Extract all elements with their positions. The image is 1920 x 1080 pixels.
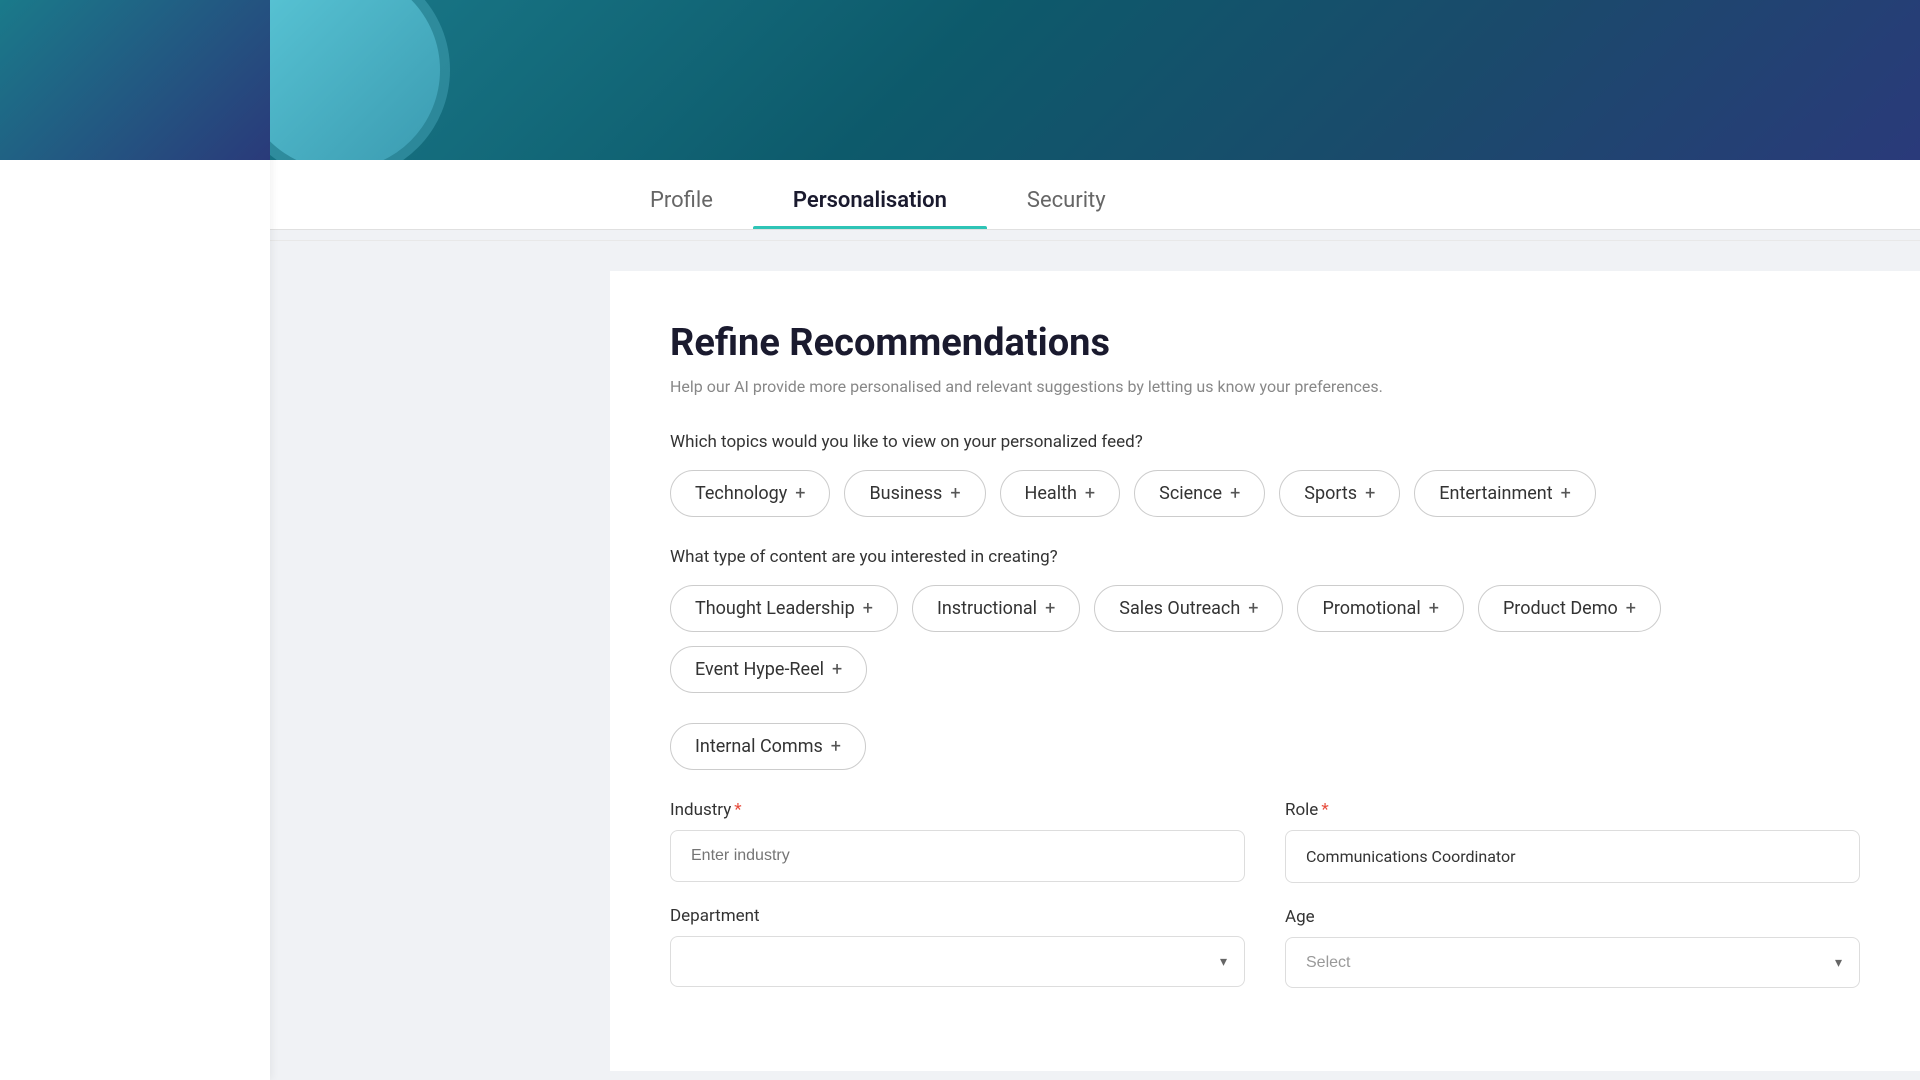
content-internal-comms-plus: + [831, 736, 841, 757]
nav-tabs: Profile Personalisation Security [270, 160, 1920, 230]
content-event-hype-reel[interactable]: Event Hype-Reel + [670, 646, 867, 693]
form-col-right: Role* Communications Coordinator Age Sel… [1285, 800, 1860, 988]
content-types-tags-row: Thought Leadership + Instructional + Sal… [670, 585, 1860, 693]
topic-sports-plus: + [1365, 483, 1375, 504]
content-thought-leadership[interactable]: Thought Leadership + [670, 585, 898, 632]
role-value[interactable]: Communications Coordinator [1285, 830, 1860, 883]
topic-entertainment-plus: + [1561, 483, 1571, 504]
topic-business-plus: + [950, 483, 960, 504]
tab-security[interactable]: Security [987, 188, 1146, 229]
role-required-star: * [1321, 800, 1328, 820]
topic-technology-plus: + [795, 483, 805, 504]
content-internal-comms[interactable]: Internal Comms + [670, 723, 866, 770]
topic-sports[interactable]: Sports + [1279, 470, 1400, 517]
topic-business[interactable]: Business + [844, 470, 985, 517]
topic-science-plus: + [1230, 483, 1240, 504]
tab-personalisation[interactable]: Personalisation [753, 188, 987, 229]
content-sales-outreach-plus: + [1248, 598, 1258, 619]
industry-label: Industry* [670, 800, 1245, 820]
age-label: Age [1285, 907, 1860, 927]
form-row-industry-role: Industry* Department ▾ Role* [670, 800, 1860, 988]
content-promotional-plus: + [1429, 598, 1439, 619]
header-banner [270, 0, 1920, 160]
page-title: Refine Recommendations [670, 321, 1860, 365]
content-promotional[interactable]: Promotional + [1297, 585, 1463, 632]
content-instructional[interactable]: Instructional + [912, 585, 1080, 632]
role-label: Role* [1285, 800, 1860, 820]
department-label: Department [670, 906, 1245, 926]
age-select-wrapper: Select ▾ [1285, 937, 1860, 988]
form-col-left: Industry* Department ▾ [670, 800, 1245, 988]
page-subtitle: Help our AI provide more personalised an… [670, 377, 1860, 396]
topic-entertainment[interactable]: Entertainment + [1414, 470, 1596, 517]
topics-tags-row: Technology + Business + Health + Science… [670, 470, 1860, 517]
content-event-hype-reel-plus: + [832, 659, 842, 680]
department-select[interactable] [670, 936, 1245, 987]
content-question: What type of content are you interested … [670, 547, 1860, 567]
topics-question: Which topics would you like to view on y… [670, 432, 1860, 452]
content-thought-leadership-plus: + [863, 598, 873, 619]
content-instructional-plus: + [1045, 598, 1055, 619]
content-product-demo[interactable]: Product Demo + [1478, 585, 1661, 632]
main-content: Refine Recommendations Help our AI provi… [610, 271, 1920, 1071]
avatar [270, 0, 440, 160]
topic-health-plus: + [1085, 483, 1095, 504]
topic-science[interactable]: Science + [1134, 470, 1265, 517]
industry-required-star: * [734, 800, 741, 820]
content-product-demo-plus: + [1626, 598, 1636, 619]
age-select[interactable]: Select [1285, 937, 1860, 988]
department-select-wrapper: ▾ [670, 936, 1245, 987]
content-sales-outreach[interactable]: Sales Outreach + [1094, 585, 1283, 632]
topic-health[interactable]: Health + [1000, 470, 1121, 517]
left-panel-header [0, 0, 270, 160]
department-section: Department ▾ [670, 906, 1245, 987]
tab-profile[interactable]: Profile [610, 188, 753, 229]
nav-divider [270, 240, 1920, 241]
topic-technology[interactable]: Technology + [670, 470, 830, 517]
left-panel [0, 0, 270, 1080]
age-section: Age Select ▾ [1285, 907, 1860, 988]
content-types-row2: Internal Comms + [670, 723, 1860, 770]
industry-input[interactable] [670, 830, 1245, 882]
